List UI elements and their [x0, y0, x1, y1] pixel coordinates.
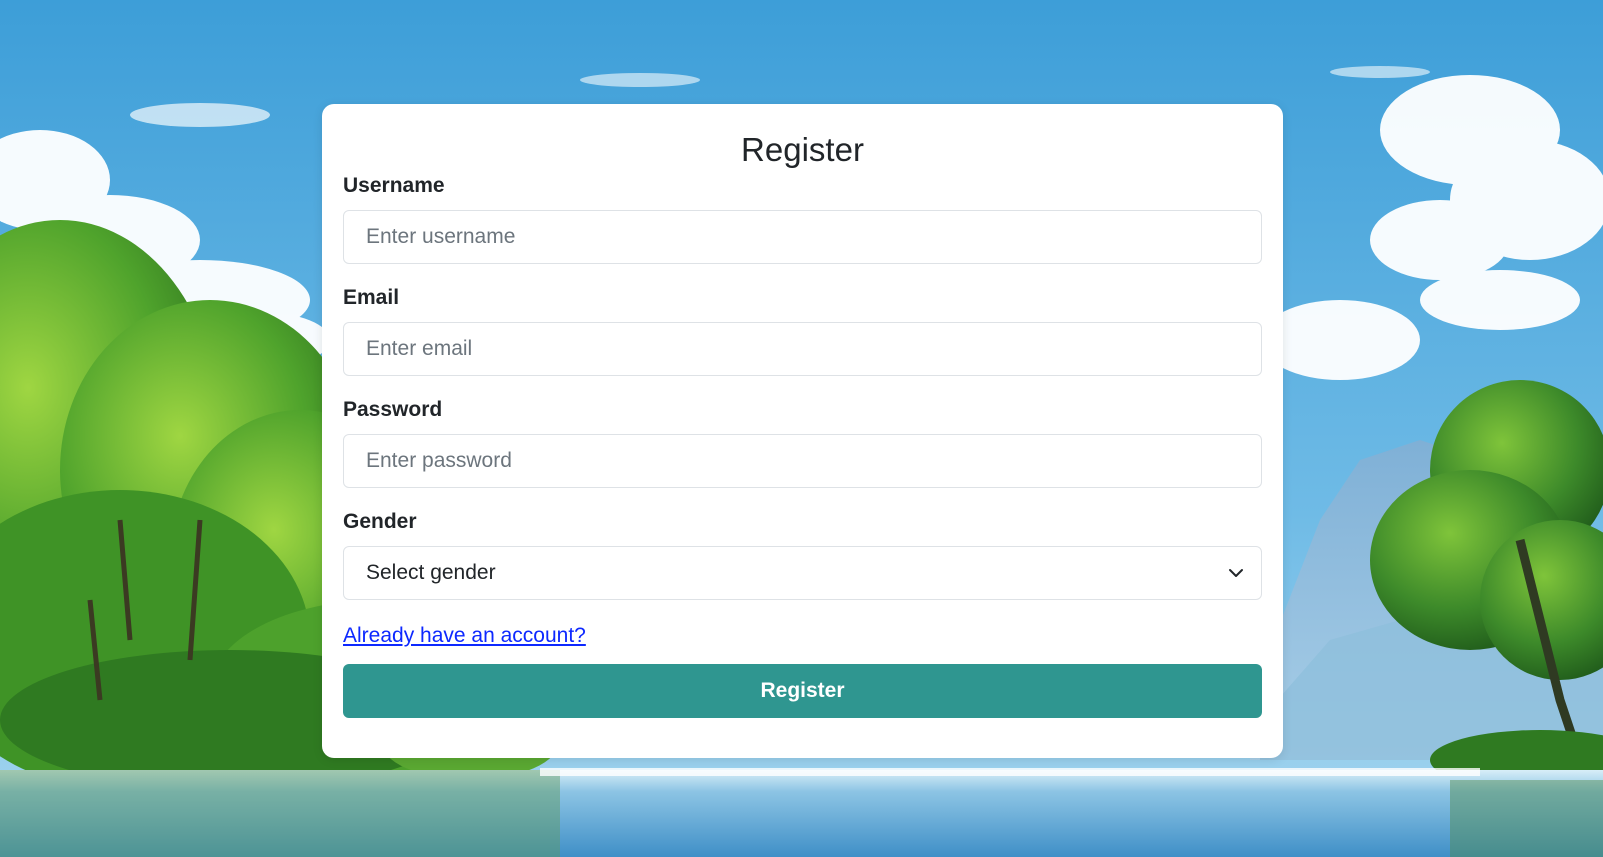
gender-select-value[interactable]: Select gender [343, 546, 1262, 600]
email-label: Email [343, 286, 400, 309]
gender-label: Gender [343, 510, 417, 533]
username-label: Username [343, 174, 445, 197]
register-card: Register Username Email Password Gender … [322, 104, 1283, 758]
email-group: Email [343, 286, 1262, 376]
username-input[interactable] [343, 210, 1262, 264]
register-button[interactable]: Register [343, 664, 1262, 718]
password-group: Password [343, 398, 1262, 488]
username-group: Username [343, 174, 1262, 264]
login-link[interactable]: Already have an account? [343, 624, 586, 648]
page-title: Register [741, 131, 864, 168]
email-input[interactable] [343, 322, 1262, 376]
password-label: Password [343, 398, 443, 421]
password-input[interactable] [343, 434, 1262, 488]
gender-select[interactable]: Select gender [343, 546, 1262, 600]
gender-group: Gender Select gender [343, 510, 1262, 600]
chevron-down-icon [1229, 569, 1243, 577]
